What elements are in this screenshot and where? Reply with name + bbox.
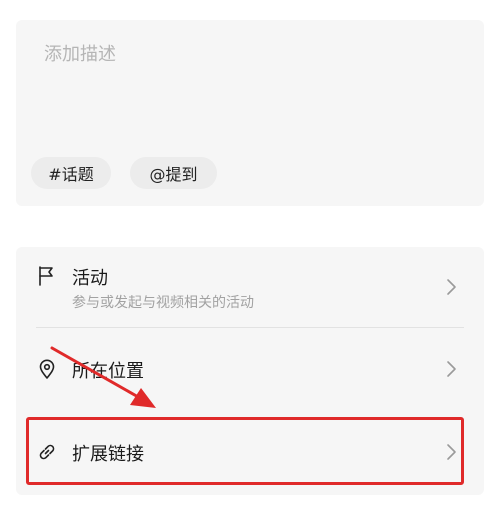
mention-chip-button[interactable]: @提到: [130, 157, 217, 189]
menu-item-extension-link[interactable]: 扩展链接: [16, 410, 484, 495]
options-menu-card: 活动 参与或发起与视频相关的活动 所在位置 扩展链接: [16, 247, 484, 495]
chevron-right-icon: [444, 443, 458, 461]
location-pin-icon: [36, 358, 58, 380]
menu-item-location[interactable]: 所在位置: [16, 328, 484, 410]
flag-icon: [36, 265, 58, 287]
chevron-right-icon: [444, 278, 458, 296]
topic-chip-button[interactable]: #话题: [31, 157, 111, 189]
description-input-placeholder[interactable]: 添加描述: [44, 40, 116, 66]
menu-item-location-label: 所在位置: [72, 361, 144, 382]
menu-item-activity-label: 活动: [72, 268, 108, 289]
menu-item-extension-link-label: 扩展链接: [72, 444, 144, 465]
description-card[interactable]: 添加描述 #话题 @提到: [16, 20, 484, 206]
chevron-right-icon: [444, 360, 458, 378]
menu-item-activity-subtitle: 参与或发起与视频相关的活动: [72, 295, 254, 311]
menu-item-activity[interactable]: 活动 参与或发起与视频相关的活动: [16, 247, 484, 327]
link-icon: [36, 441, 58, 463]
